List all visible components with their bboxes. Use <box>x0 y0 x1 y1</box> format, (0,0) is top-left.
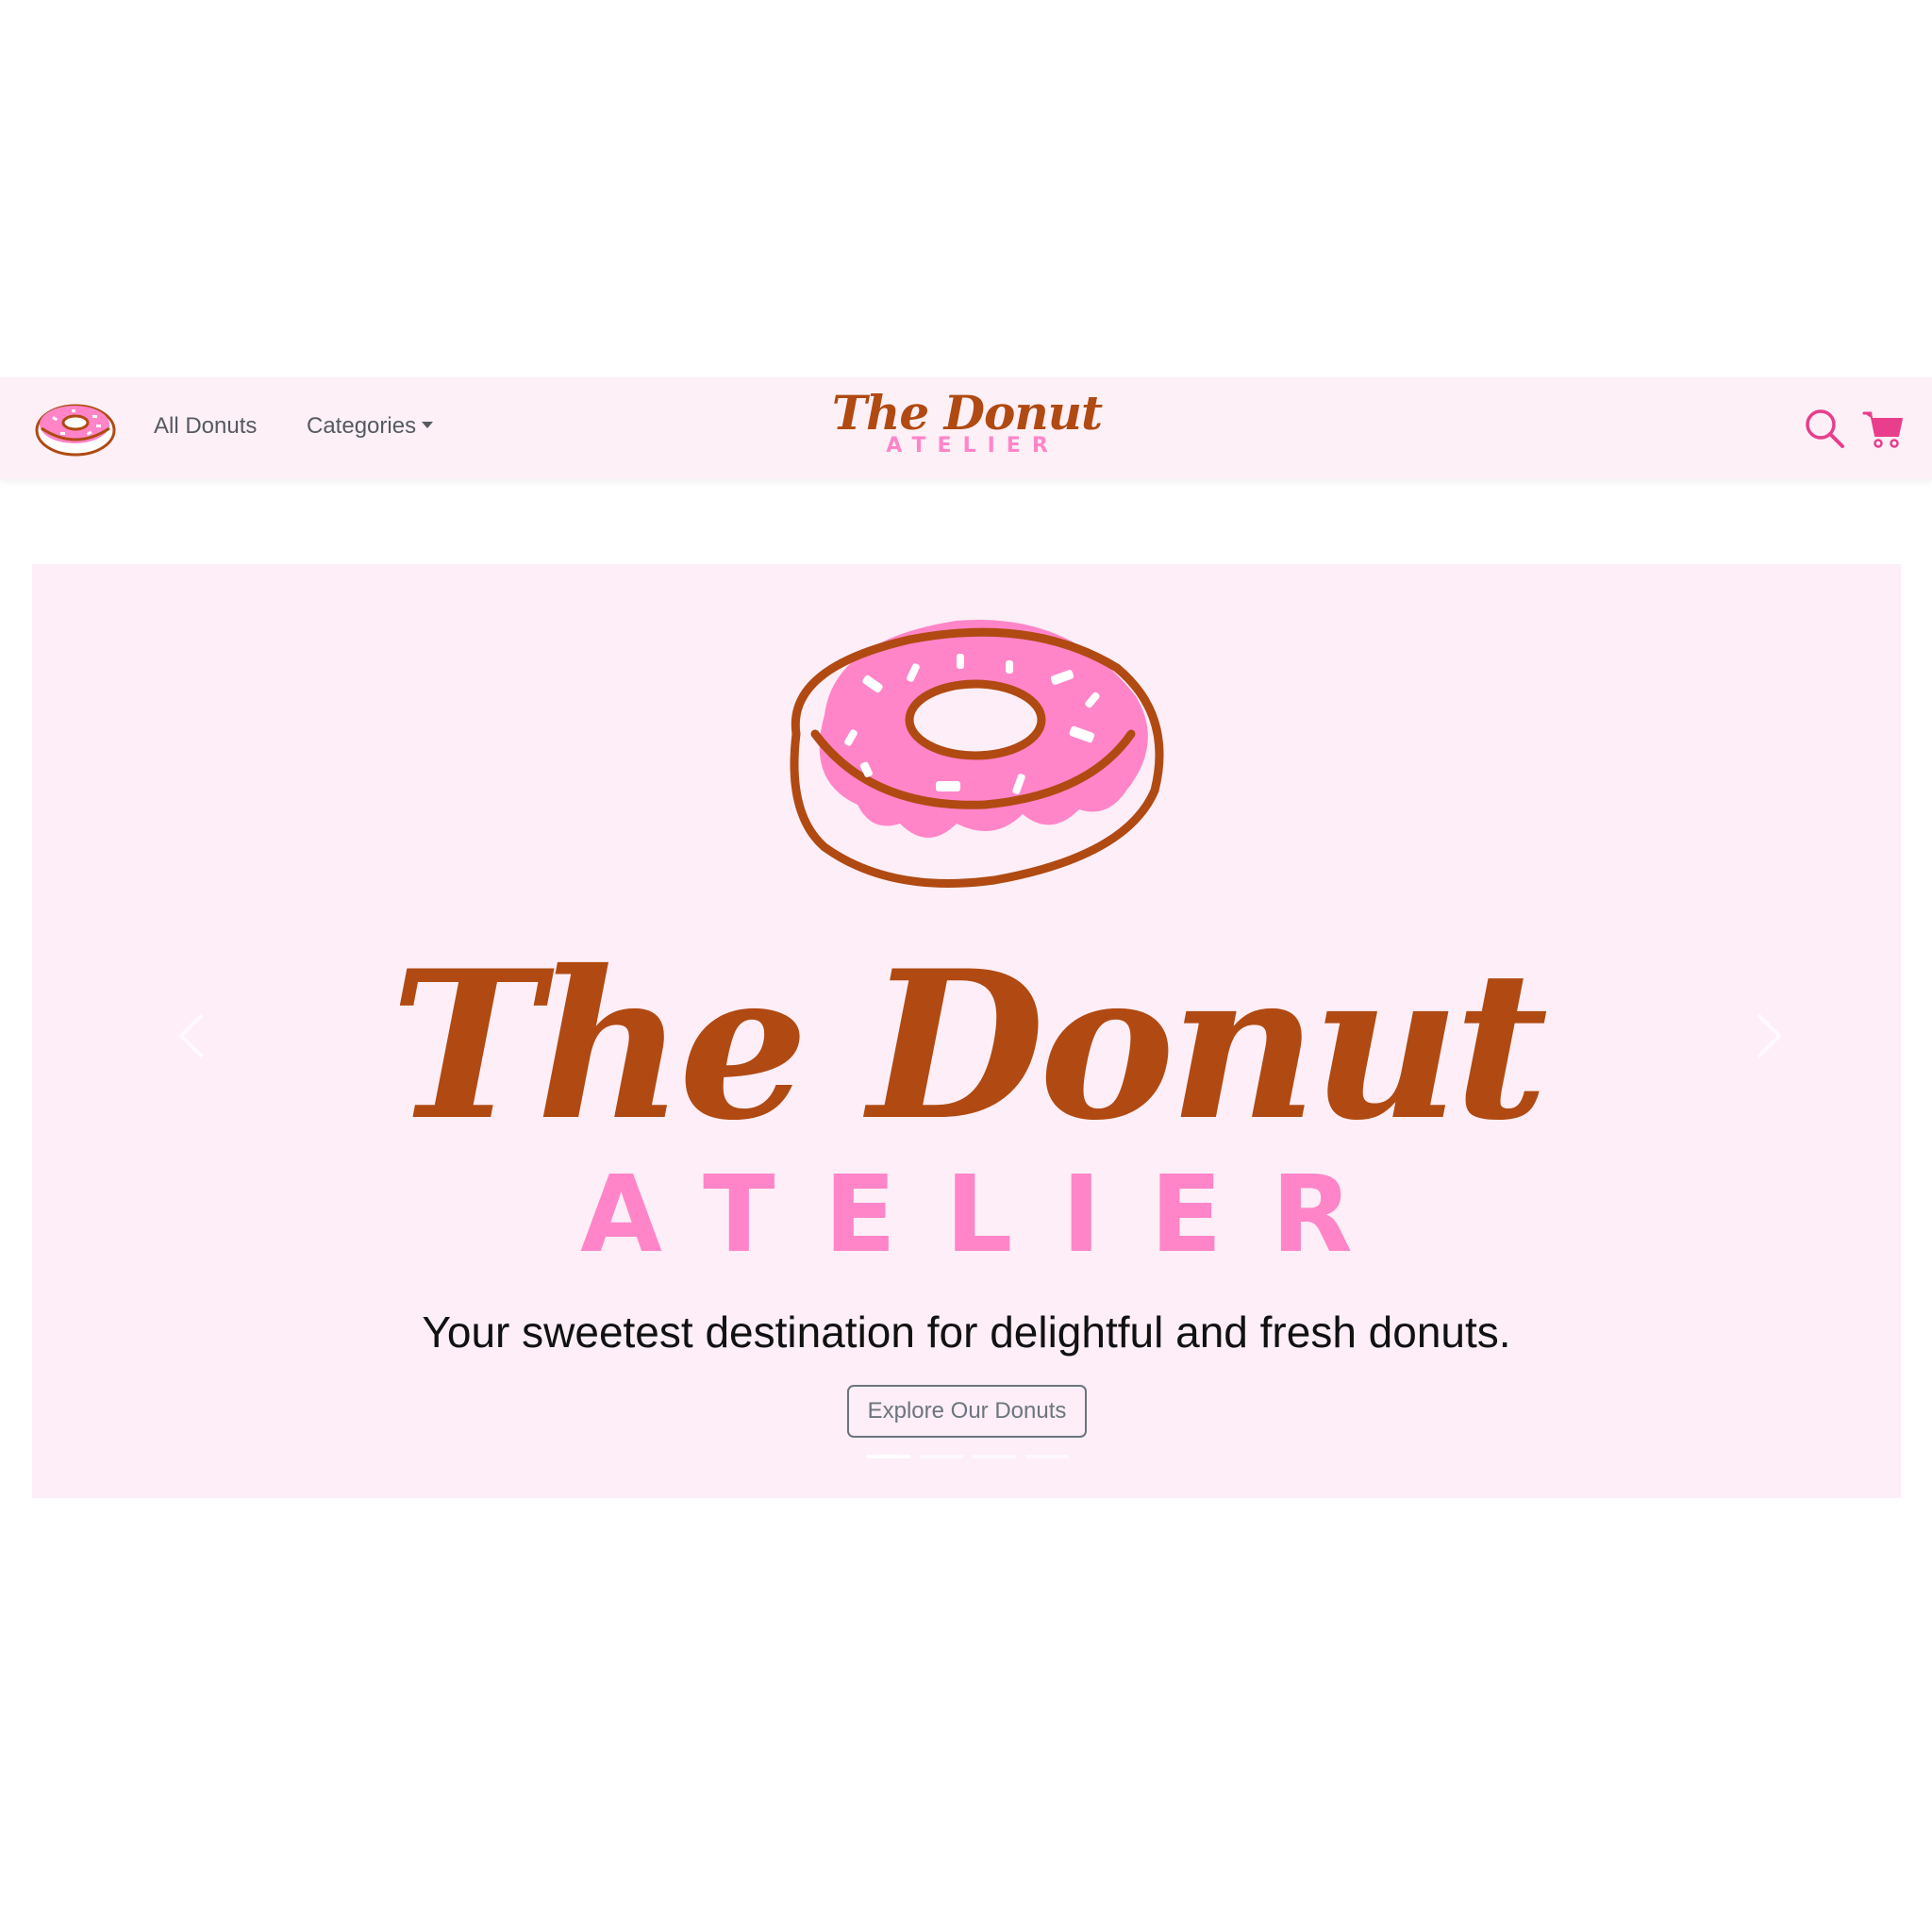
explore-donuts-button[interactable]: Explore Our Donuts <box>847 1385 1087 1438</box>
carousel-indicator[interactable] <box>1025 1455 1069 1458</box>
hero-title: The Donut <box>390 925 1549 1165</box>
donut-logo-icon[interactable] <box>34 396 117 460</box>
donut-illustration <box>790 620 1164 888</box>
caret-down-icon <box>422 422 434 429</box>
carousel-prev-icon[interactable] <box>164 998 221 1074</box>
search-icon[interactable] <box>1802 406 1847 451</box>
carousel-next-icon[interactable] <box>1740 998 1796 1074</box>
carousel-indicator[interactable] <box>867 1455 910 1458</box>
cart-icon[interactable] <box>1860 406 1906 451</box>
hero-tagline: Your sweetest destination for delightful… <box>422 1307 1511 1357</box>
hero-subtitle: ATELIER <box>580 1154 1402 1276</box>
brand-script-text: The Donut <box>831 385 1103 441</box>
navbar: All Donuts Categories The Donut ATELIER <box>0 377 1932 479</box>
page: All Donuts Categories The Donut ATELIER <box>0 0 1932 1932</box>
carousel-indicator[interactable] <box>920 1455 963 1458</box>
nav-dropdown-label: Categories <box>307 413 417 439</box>
carousel-indicators <box>867 1455 1069 1458</box>
brand-logo[interactable]: The Donut ATELIER <box>830 387 1104 474</box>
nav-dropdown-categories[interactable]: Categories <box>307 413 434 440</box>
hero-carousel: The Donut ATELIER Your sweetest destinat… <box>32 564 1901 1498</box>
carousel-indicator[interactable] <box>973 1455 1016 1458</box>
nav-link-all-donuts[interactable]: All Donuts <box>154 413 257 440</box>
